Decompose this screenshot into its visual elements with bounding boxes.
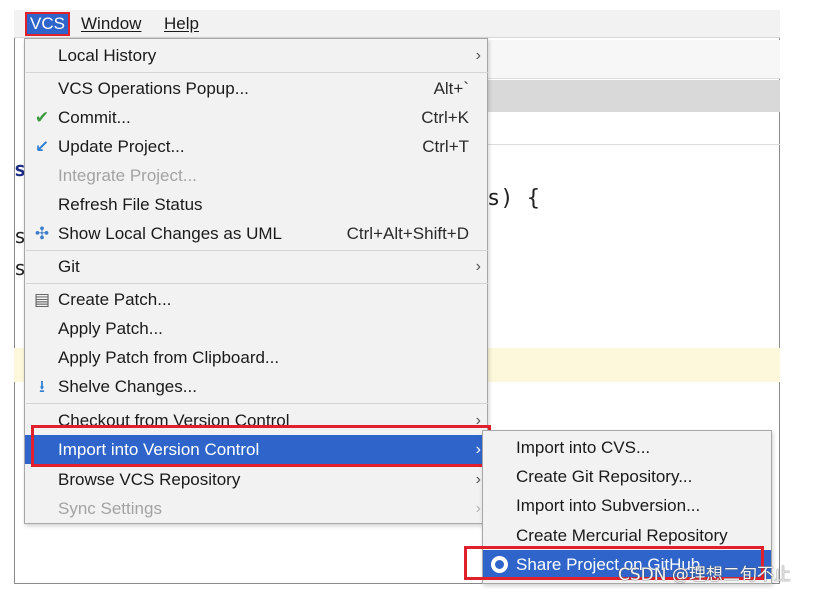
chevron-right-icon: › [475, 471, 481, 488]
menu-separator [26, 250, 488, 251]
menu-separator [26, 72, 488, 73]
submenu-item-import-subversion[interactable]: Import into Subversion... [483, 491, 771, 520]
uml-diagram-icon: ✣ [34, 224, 50, 243]
menu-item-label: Apply Patch from Clipboard... [58, 348, 280, 367]
menu-item-label: VCS Operations Popup... [58, 79, 249, 98]
editor-toolbar [488, 40, 780, 79]
menu-item-create-patch[interactable]: ▤ Create Patch... [25, 285, 487, 314]
menu-separator [26, 403, 488, 404]
submenu-item-label: Import into CVS... [516, 438, 651, 457]
menu-item-update-project[interactable]: ↙ Update Project... Ctrl+T [25, 132, 487, 161]
menubar: VCS Window Help [14, 10, 780, 38]
menu-item-show-local-changes-uml[interactable]: ✣ Show Local Changes as UML Ctrl+Alt+Shi… [25, 219, 487, 248]
editor-tab-strip [488, 80, 780, 112]
chevron-right-icon: › [475, 500, 481, 517]
menu-item-label: Refresh File Status [58, 195, 203, 214]
menu-item-shortcut: Alt+` [433, 79, 469, 98]
menu-item-label: Show Local Changes as UML [58, 224, 282, 243]
submenu-item-create-git-repo[interactable]: Create Git Repository... [483, 462, 771, 491]
chevron-right-icon: › [475, 441, 481, 458]
menu-item-shelve-changes[interactable]: ⭳ Shelve Changes... [25, 372, 487, 401]
menu-window[interactable]: Window [77, 13, 145, 35]
update-arrow-icon: ↙ [34, 137, 50, 156]
commit-check-icon: ✔ [34, 108, 50, 127]
code-fragment: s) { [487, 186, 540, 211]
menu-item-shortcut: Ctrl+Alt+Shift+D [346, 224, 469, 243]
patch-icon: ▤ [33, 290, 51, 309]
vcs-menu: Local History › VCS Operations Popup... … [24, 38, 488, 524]
chevron-right-icon: › [475, 47, 481, 64]
submenu-item-import-cvs[interactable]: Import into CVS... [483, 433, 771, 462]
editor-divider [488, 144, 780, 145]
menu-item-label: Checkout from Version Control [58, 411, 290, 430]
menu-item-local-history[interactable]: Local History › [25, 41, 487, 70]
menu-item-shortcut: Ctrl+T [422, 137, 469, 156]
menu-item-apply-patch[interactable]: Apply Patch... [25, 314, 487, 343]
menu-item-label: Integrate Project... [58, 166, 197, 185]
menu-item-sync-settings: Sync Settings › [25, 494, 487, 523]
menu-item-label: Git [58, 257, 80, 276]
submenu-item-label: Import into Subversion... [516, 496, 701, 515]
menu-help[interactable]: Help [160, 13, 203, 35]
menu-item-apply-patch-clipboard[interactable]: Apply Patch from Clipboard... [25, 343, 487, 372]
menu-item-refresh-file-status[interactable]: Refresh File Status [25, 190, 487, 219]
menu-item-label: Browse VCS Repository [58, 470, 241, 489]
menu-item-shortcut: Ctrl+K [421, 108, 469, 127]
submenu-item-label: Create Mercurial Repository [516, 526, 728, 545]
menu-item-label: Apply Patch... [58, 319, 163, 338]
menu-item-checkout-vcs[interactable]: Checkout from Version Control › [25, 406, 487, 435]
menu-item-label: Import into Version Control [58, 440, 260, 459]
menu-item-commit[interactable]: ✔ Commit... Ctrl+K [25, 103, 487, 132]
menu-separator [26, 283, 488, 284]
menu-vcs[interactable]: VCS [25, 12, 70, 36]
menu-item-label: Shelve Changes... [58, 377, 197, 396]
menu-help-label: Help [164, 14, 199, 33]
menu-item-label: Commit... [58, 108, 131, 127]
chevron-right-icon: › [475, 258, 481, 275]
menu-item-label: Create Patch... [58, 290, 172, 309]
watermark: CSDN @理想二旬不止 [618, 565, 791, 585]
shelve-icon: ⭳ [39, 377, 45, 396]
menu-vcs-label: VCS [30, 14, 65, 33]
menu-window-label: Window [81, 14, 142, 33]
menu-item-import-into-vcs[interactable]: Import into Version Control › [25, 435, 487, 464]
submenu-item-label: Create Git Repository... [516, 467, 693, 486]
menu-item-label: Local History [58, 46, 157, 65]
chevron-right-icon: › [475, 412, 481, 429]
menu-item-git[interactable]: Git › [25, 252, 487, 281]
menu-item-label: Sync Settings [58, 499, 162, 518]
github-icon [491, 556, 508, 573]
menu-item-integrate-project: Integrate Project... [25, 161, 487, 190]
menu-item-vcs-operations-popup[interactable]: VCS Operations Popup... Alt+` [25, 74, 487, 103]
menu-item-label: Update Project... [58, 137, 185, 156]
menu-item-browse-vcs-repository[interactable]: Browse VCS Repository › [25, 465, 487, 494]
submenu-item-create-mercurial-repo[interactable]: Create Mercurial Repository [483, 521, 771, 550]
